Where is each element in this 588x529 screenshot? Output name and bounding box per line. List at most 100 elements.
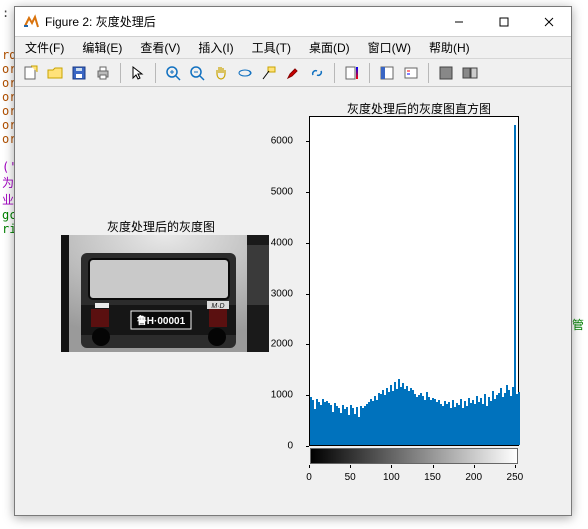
- histogram-bar: [388, 392, 389, 445]
- titlebar[interactable]: Figure 2: 灰度处理后: [15, 7, 571, 37]
- histogram-bar: [366, 404, 367, 445]
- brush-button[interactable]: [282, 62, 304, 84]
- histogram-bar: [422, 396, 423, 445]
- menu-tools[interactable]: 工具(T): [246, 37, 297, 58]
- histogram-bar: [340, 413, 341, 445]
- histogram-bar: [360, 406, 361, 445]
- menu-desktop[interactable]: 桌面(D): [303, 37, 356, 58]
- histogram-bar: [312, 400, 313, 445]
- minimize-button[interactable]: [436, 7, 481, 37]
- histogram-axes[interactable]: [309, 116, 519, 446]
- dock-button[interactable]: [459, 62, 481, 84]
- new-figure-button[interactable]: [20, 62, 42, 84]
- menu-help[interactable]: 帮助(H): [423, 37, 476, 58]
- menu-file[interactable]: 文件(F): [19, 37, 70, 58]
- histogram-bar: [450, 408, 451, 445]
- histogram-bar: [338, 408, 339, 445]
- histogram-bar: [384, 395, 385, 445]
- histogram-bar: [458, 405, 459, 445]
- link-button[interactable]: [306, 62, 328, 84]
- window-title: Figure 2: 灰度处理后: [45, 13, 156, 30]
- histogram-bar: [502, 397, 503, 445]
- histogram-bar: [356, 407, 357, 445]
- histogram-bar: [474, 404, 475, 445]
- grayscale-image-axes[interactable]: M·D 鲁H·00001: [61, 235, 269, 352]
- histogram-bar: [402, 383, 403, 445]
- y-tick-label: 6000: [253, 136, 293, 147]
- print-button[interactable]: [92, 62, 114, 84]
- maximize-button[interactable]: [481, 7, 526, 37]
- histogram-bar: [390, 385, 391, 445]
- histogram-bar: [334, 403, 335, 445]
- histogram-bar: [316, 399, 317, 445]
- histogram-bar: [488, 397, 489, 445]
- insert-legend-button-2[interactable]: [400, 62, 422, 84]
- histogram-bar: [498, 393, 499, 445]
- histogram-bar: [376, 400, 377, 445]
- histogram-bar: [484, 394, 485, 445]
- histogram-bar: [350, 405, 351, 445]
- histogram-bar: [372, 401, 373, 445]
- histogram-bar: [460, 399, 461, 445]
- insert-legend-button-1[interactable]: [376, 62, 398, 84]
- histogram-bar: [476, 396, 477, 445]
- histogram-bar: [396, 389, 397, 445]
- pointer-button[interactable]: [127, 62, 149, 84]
- histogram-bar: [432, 398, 433, 445]
- histogram-bar: [416, 397, 417, 445]
- histogram-bar: [486, 406, 487, 445]
- histogram-bar: [468, 398, 469, 445]
- menu-insert[interactable]: 插入(I): [192, 37, 239, 58]
- hide-plot-tools-button[interactable]: [435, 62, 457, 84]
- zoom-out-button[interactable]: [186, 62, 208, 84]
- histogram-bar: [406, 386, 407, 445]
- x-tick-label: 250: [507, 472, 524, 483]
- histogram-bar: [472, 400, 473, 445]
- histogram-bar: [504, 393, 505, 445]
- histogram-bar: [480, 398, 481, 445]
- histogram-bar: [310, 397, 311, 445]
- x-tick-label: 0: [306, 472, 312, 483]
- menu-view[interactable]: 查看(V): [134, 37, 186, 58]
- y-tick-label: 0: [253, 441, 293, 452]
- rotate-3d-button[interactable]: [234, 62, 256, 84]
- save-button[interactable]: [68, 62, 90, 84]
- data-cursor-button[interactable]: [258, 62, 280, 84]
- histogram-bar: [320, 405, 321, 445]
- histogram-bar: [374, 396, 375, 445]
- y-tick-label: 2000: [253, 339, 293, 350]
- histogram-bar: [314, 409, 315, 445]
- histogram-bar: [490, 401, 491, 445]
- matlab-icon: [23, 14, 39, 30]
- open-button[interactable]: [44, 62, 66, 84]
- insert-colorbar-button[interactable]: [341, 62, 363, 84]
- menu-window[interactable]: 窗口(W): [362, 37, 417, 58]
- histogram-bar: [400, 387, 401, 445]
- histogram-bar: [462, 408, 463, 445]
- histogram-bar: [410, 388, 411, 445]
- histogram-bar: [478, 402, 479, 445]
- x-tick-label: 200: [465, 472, 482, 483]
- histogram-bar: [514, 125, 515, 445]
- colorbar: [310, 448, 518, 464]
- histogram-bar: [332, 412, 333, 445]
- close-button[interactable]: [526, 7, 571, 37]
- zoom-in-button[interactable]: [162, 62, 184, 84]
- menu-edit[interactable]: 编辑(E): [76, 37, 128, 58]
- y-tick-label: 5000: [253, 187, 293, 198]
- menubar: 文件(F) 编辑(E) 查看(V) 插入(I) 工具(T) 桌面(D) 窗口(W…: [15, 37, 571, 59]
- histogram-bar: [368, 402, 369, 445]
- histogram-bar: [434, 399, 435, 445]
- pan-button[interactable]: [210, 62, 232, 84]
- histogram-bar: [392, 391, 393, 445]
- histogram-bar: [394, 382, 395, 445]
- histogram-bar: [454, 407, 455, 445]
- histogram-bar: [430, 400, 431, 445]
- histogram-bar: [436, 402, 437, 445]
- histogram-bar: [346, 407, 347, 445]
- histogram-bar: [420, 393, 421, 445]
- histogram-bar: [506, 385, 507, 445]
- histogram-bar: [508, 390, 509, 445]
- figure-canvas[interactable]: 灰度处理后的灰度图 M·D 鲁H·00001: [15, 87, 571, 515]
- histogram-bar: [456, 403, 457, 445]
